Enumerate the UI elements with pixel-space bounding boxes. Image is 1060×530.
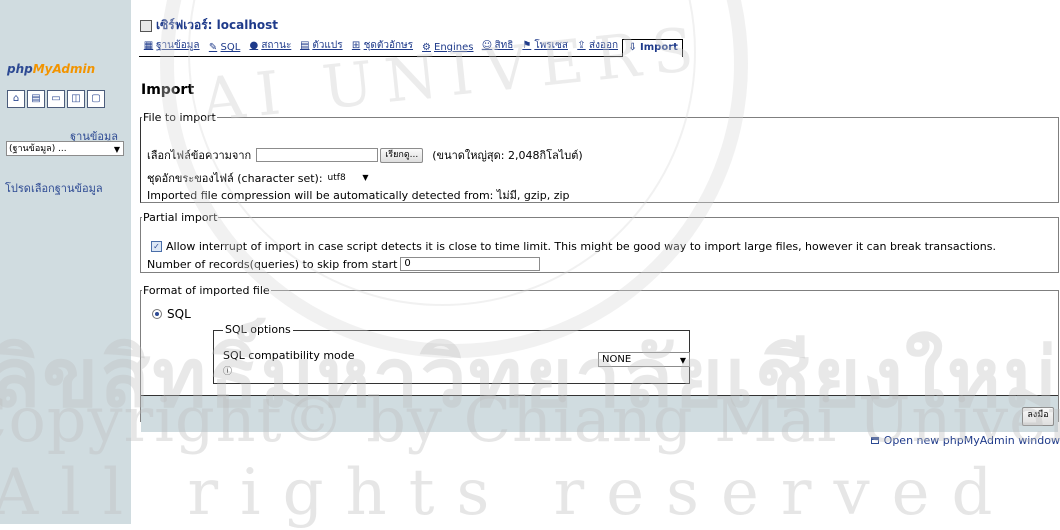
server-breadcrumb[interactable]: เซิร์ฟเวอร์: localhost — [140, 16, 278, 35]
compat-mode-select[interactable]: NONE ▼ — [598, 352, 690, 367]
sql-icon: ✎ — [208, 42, 218, 53]
processes-icon: ⚑ — [522, 40, 532, 51]
engines-icon: ⚙ — [422, 42, 431, 53]
tab-variables[interactable]: ▤ ตัวแปร — [295, 36, 346, 56]
file-path-input[interactable] — [256, 148, 379, 162]
tab-privileges[interactable]: ☺ สิทธิ — [478, 36, 518, 56]
chevron-down-icon: ▼ — [362, 173, 369, 182]
top-tab-bar: ▦ ฐานข้อมูล ✎ SQL ● สถานะ ▤ ตัวแปร ⊞ ชุดตัวอั… — [139, 36, 683, 57]
import-icon: ⇩ — [628, 42, 637, 53]
status-icon: ● — [249, 40, 259, 51]
format-legend: Format of imported file — [143, 284, 270, 297]
sql-radio-label: SQL — [167, 307, 191, 321]
partial-import-fieldset: Partial import ✓ Allow interrupt of impo… — [140, 211, 1059, 273]
compression-note: Imported file compression will be automa… — [147, 189, 570, 202]
charset-icon: ⊞ — [351, 40, 361, 51]
interrupt-label: Allow interrupt of import in case script… — [166, 240, 996, 253]
sql-radio[interactable] — [152, 309, 162, 319]
tab-charsets[interactable]: ⊞ ชุดตัวอักษร — [347, 36, 417, 56]
submit-bar: ลงมือ — [141, 395, 1058, 432]
database-icon: ▦ — [143, 40, 154, 51]
skip-records-input[interactable]: 0 — [400, 257, 541, 271]
help-icon[interactable]: ⓘ — [223, 364, 232, 377]
tab-import[interactable]: ⇩ Import — [622, 39, 683, 57]
new-window-link[interactable]: Open new phpMyAdmin window — [870, 434, 1060, 447]
go-button[interactable]: ลงมือ — [1022, 407, 1054, 426]
chevron-down-icon: ▼ — [679, 356, 686, 365]
server-icon — [140, 19, 152, 32]
left-icon-toolbar: ⌂ ▤ ▭ ◫ ▢ — [7, 90, 105, 108]
file-label: เลือกไฟล์ข้อความจาก — [147, 149, 252, 162]
main-content-frame: เซิร์ฟเวอร์: localhost ▦ ฐานข้อมูล ✎ SQL ●… — [131, 0, 1060, 524]
tab-export[interactable]: ⇪ ส่งออก — [572, 36, 622, 56]
new-window-icon — [870, 437, 879, 444]
chevron-down-icon: ▼ — [113, 145, 120, 154]
phpmyadmin-logo[interactable]: phpMyAdmin — [7, 62, 95, 76]
choose-database-hint: โปรดเลือกฐานข้อมูล — [5, 182, 103, 195]
charset-label: ชุดอักขระของไฟล์ (character set): — [147, 172, 323, 185]
tab-databases[interactable]: ▦ ฐานข้อมูล — [139, 36, 204, 56]
sql-options-box: SQL options SQL compatibility mode ⓘ NON… — [213, 323, 690, 384]
tab-engines[interactable]: ⚙ Engines — [417, 40, 477, 56]
export-icon: ⇪ — [577, 40, 586, 51]
tab-processes[interactable]: ⚑ โพรเซส — [517, 36, 572, 56]
sql-window-icon[interactable]: ▭ — [47, 90, 65, 108]
page-title: Import — [141, 82, 195, 98]
tab-sql[interactable]: ✎ SQL — [204, 40, 245, 56]
docs-icon[interactable]: ▢ — [87, 90, 105, 108]
left-navigation-frame: phpMyAdmin ⌂ ▤ ▭ ◫ ▢ ฐานข้อมูล (ฐานข้อมู… — [0, 0, 131, 524]
partial-import-legend: Partial import — [143, 211, 218, 224]
interrupt-checkbox[interactable]: ✓ — [151, 241, 162, 252]
tab-status[interactable]: ● สถานะ — [244, 36, 295, 56]
file-to-import-legend: File to import — [143, 111, 216, 124]
database-select[interactable]: (ฐานข้อมูล) ... ▼ — [6, 141, 124, 156]
skip-records-label: Number of records(queries) to skip from … — [147, 257, 398, 271]
home-icon[interactable]: ⌂ — [7, 90, 25, 108]
query-icon[interactable]: ◫ — [67, 90, 85, 108]
max-size-note: (ขนาดใหญ่สุด: 2,048กิโลไบต์) — [432, 149, 583, 162]
browse-button[interactable]: เรียกดู... — [380, 147, 424, 163]
file-to-import-fieldset: File to import เลือกไฟล์ข้อความจาก เรียก… — [140, 111, 1059, 203]
database-icon[interactable]: ▤ — [27, 90, 45, 108]
sql-options-legend: SQL options — [223, 323, 293, 336]
compat-mode-label: SQL compatibility mode — [223, 349, 355, 362]
format-fieldset: Format of imported file SQL SQL options … — [140, 284, 1059, 432]
privileges-icon: ☺ — [481, 40, 493, 51]
charset-select[interactable]: utf8 ▼ — [326, 172, 371, 184]
variables-icon: ▤ — [300, 40, 310, 51]
